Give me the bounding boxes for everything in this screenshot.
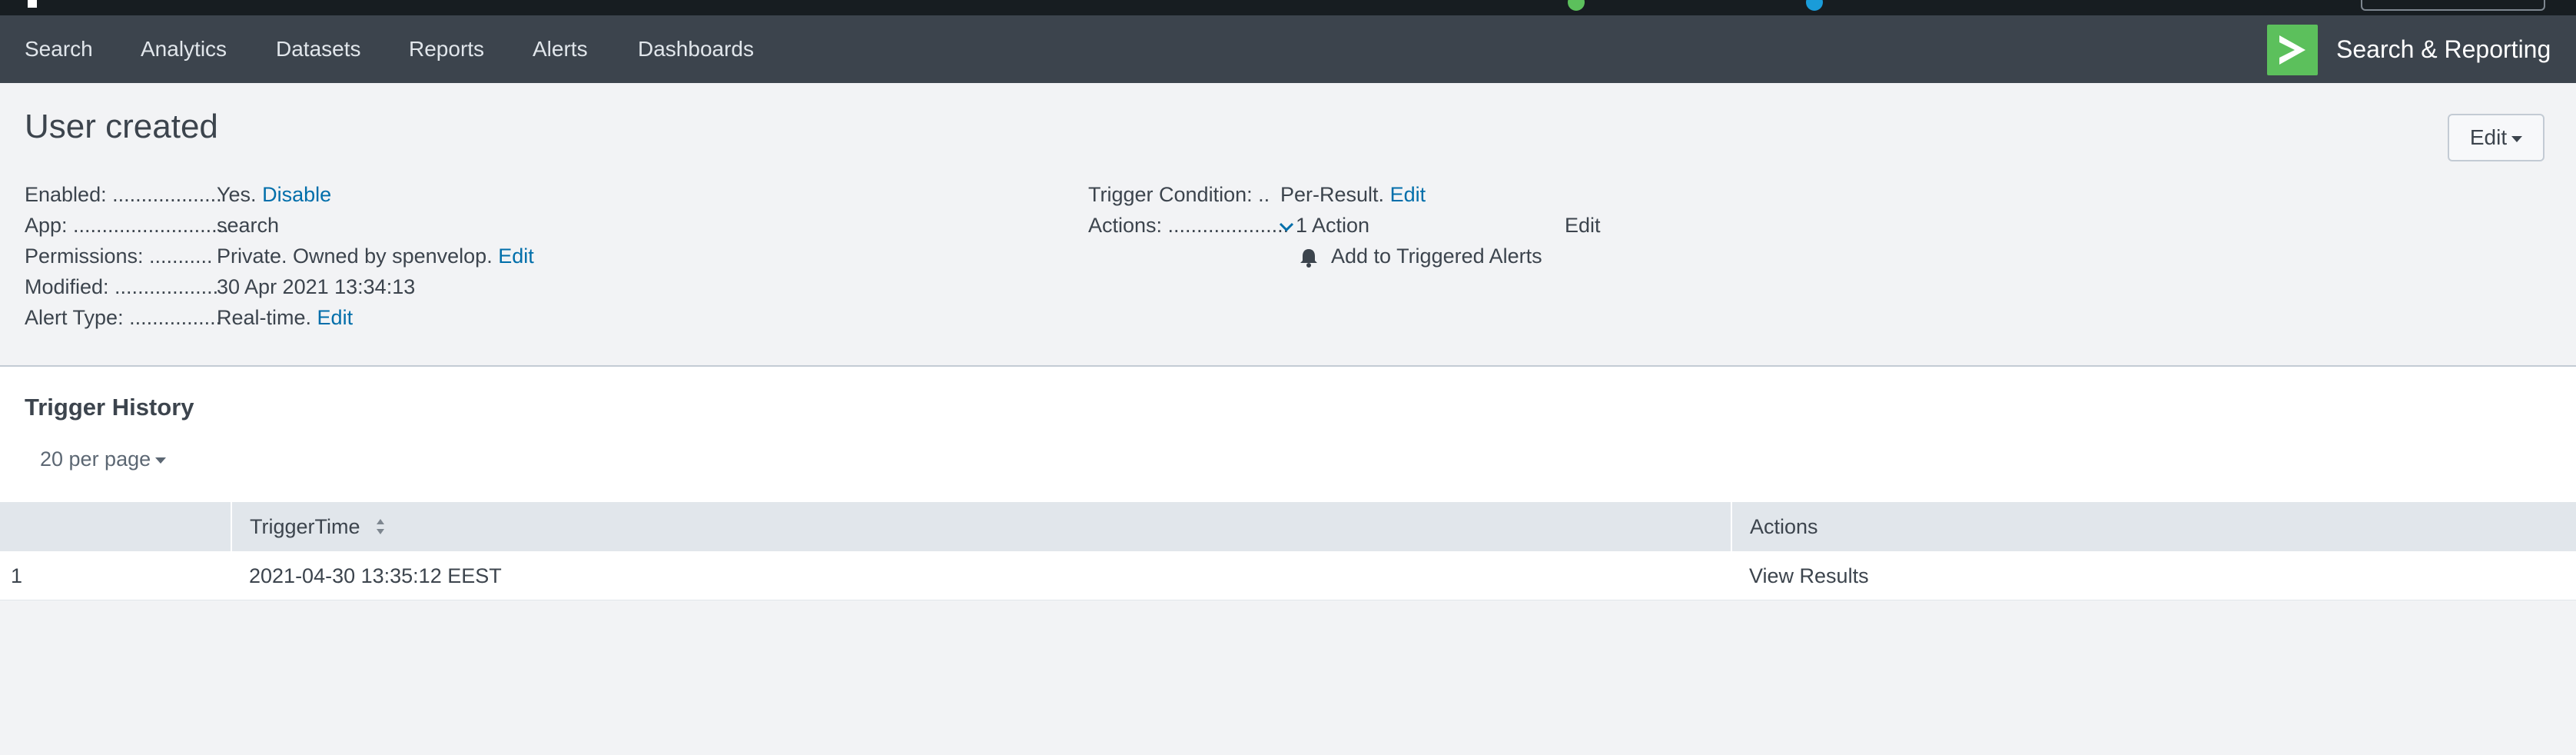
trigger-condition-text: Per-Result.: [1280, 183, 1385, 206]
permissions-label: Permissions: ...........: [25, 244, 213, 268]
edit-dropdown-button[interactable]: Edit: [2448, 114, 2544, 161]
detail-alert-type: Alert Type: ................ Real-time. …: [25, 302, 1024, 333]
trigger-condition-label: Trigger Condition: ..: [1088, 183, 1270, 206]
trigger-history-panel: Trigger History 20 per page TriggerTime …: [0, 367, 2576, 600]
app-label: App: ...........................: [25, 214, 229, 237]
nav-item-datasets[interactable]: Datasets: [276, 15, 361, 83]
per-page-label: 20 per page: [40, 447, 151, 471]
nav-item-reports[interactable]: Reports: [409, 15, 484, 83]
trigger-condition-value: Per-Result. Edit: [1280, 179, 1426, 210]
enabled-value: Yes. Disable: [217, 179, 331, 210]
modified-value: 30 Apr 2021 13:34:13: [217, 275, 416, 298]
nav-item-dashboards[interactable]: Dashboards: [638, 15, 754, 83]
trigger-history-title: Trigger History: [25, 394, 194, 421]
column-header-trigger-time[interactable]: TriggerTime: [250, 502, 360, 551]
app-navigation-bar: Search Analytics Datasets Reports Alerts…: [0, 15, 2576, 83]
action-list-item: Add to Triggered Alerts: [1088, 241, 1780, 271]
status-indicator-green: [1568, 0, 1585, 11]
edit-trigger-condition-link[interactable]: Edit: [1390, 183, 1426, 206]
actions-label: Actions: .....................: [1088, 214, 1290, 237]
alert-type-label: Alert Type: ................: [25, 306, 222, 329]
app-value: search: [217, 214, 280, 237]
splunk-logo-fragment: [28, 0, 37, 8]
detail-trigger-condition: Trigger Condition: .. Per-Result. Edit: [1088, 179, 1780, 210]
sort-icon[interactable]: [375, 517, 386, 536]
table-row: 1 2021-04-30 13:35:12 EEST View Results: [0, 551, 2576, 600]
detail-app: App: ........................... search: [25, 210, 1024, 241]
chevron-down-icon: [1279, 222, 1294, 231]
enabled-label: Enabled: ...................: [25, 183, 222, 206]
bell-icon: [1299, 241, 1319, 271]
alert-type-text: Real-time.: [217, 306, 312, 329]
modified-label: Modified: ..................: [25, 275, 219, 298]
caret-down-icon: [2511, 135, 2523, 142]
nav-item-alerts[interactable]: Alerts: [533, 15, 588, 83]
detail-enabled: Enabled: ................... Yes. Disabl…: [25, 179, 1024, 210]
column-header-actions: Actions: [1750, 515, 1818, 538]
nav-item-search[interactable]: Search: [25, 15, 93, 83]
system-bar: [0, 0, 2576, 15]
per-page-dropdown[interactable]: 20 per page: [40, 444, 167, 474]
table-header: TriggerTime Actions: [0, 502, 2576, 551]
permissions-value: Private. Owned by spenvelop. Edit: [217, 241, 534, 271]
view-results-link[interactable]: View Results: [1749, 551, 1869, 600]
edit-button-label: Edit: [2469, 125, 2508, 149]
system-search-box[interactable]: [2361, 0, 2545, 11]
status-indicator-blue: [1806, 0, 1823, 11]
column-divider: [231, 502, 232, 551]
column-divider: [1731, 502, 1732, 551]
edit-alert-type-link[interactable]: Edit: [317, 306, 354, 329]
action-name: Add to Triggered Alerts: [1331, 244, 1542, 268]
row-trigger-time: 2021-04-30 13:35:12 EEST: [249, 564, 502, 587]
app-logo-icon[interactable]: [2267, 25, 2318, 75]
actions-toggle[interactable]: 1 Action: [1279, 210, 1369, 241]
row-index: 1: [11, 564, 23, 587]
disable-link[interactable]: Disable: [262, 183, 331, 206]
alert-type-value: Real-time. Edit: [217, 302, 353, 333]
edit-permissions-link[interactable]: Edit: [498, 244, 534, 268]
detail-actions: Actions: ..................... 1 Action …: [1088, 210, 1780, 241]
detail-permissions: Permissions: ........... Private. Owned …: [25, 241, 1024, 271]
enabled-status: Yes.: [217, 183, 257, 206]
app-title[interactable]: Search & Reporting: [2336, 15, 2551, 83]
permissions-text: Private. Owned by spenvelop.: [217, 244, 493, 268]
edit-actions-link[interactable]: Edit: [1565, 210, 1601, 241]
detail-modified: Modified: .................. 30 Apr 2021…: [25, 271, 1024, 302]
nav-item-analytics[interactable]: Analytics: [141, 15, 227, 83]
caret-down-icon: [155, 457, 167, 464]
actions-count: 1 Action: [1296, 214, 1370, 237]
page-title: User created: [25, 108, 218, 145]
